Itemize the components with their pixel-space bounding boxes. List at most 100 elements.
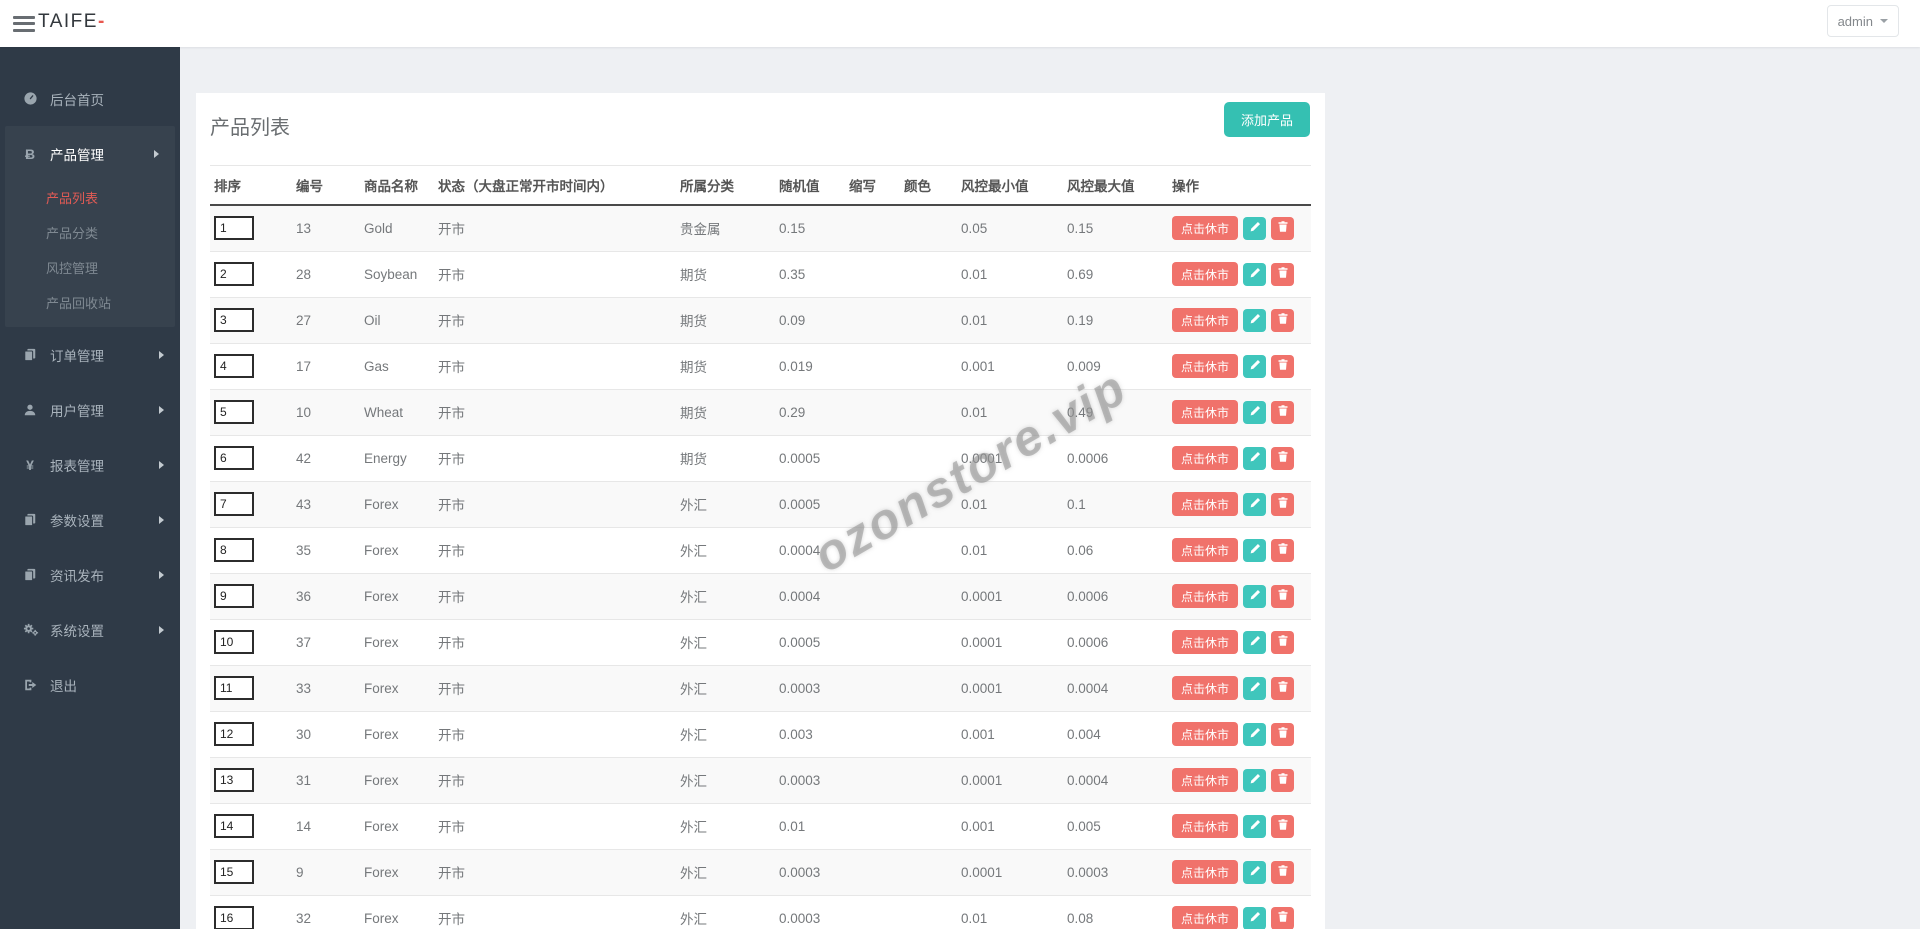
delete-button[interactable] xyxy=(1271,446,1295,470)
edit-button[interactable] xyxy=(1243,630,1267,654)
sort-input[interactable] xyxy=(214,676,254,700)
delete-button[interactable] xyxy=(1271,676,1295,700)
sidebar-item-product-category[interactable]: 产品分类 xyxy=(5,216,175,251)
edit-button[interactable] xyxy=(1243,354,1267,378)
edit-button[interactable] xyxy=(1243,216,1267,240)
delete-button[interactable] xyxy=(1271,216,1295,240)
delete-button[interactable] xyxy=(1271,262,1295,286)
sort-input[interactable] xyxy=(214,216,254,241)
edit-button[interactable] xyxy=(1243,400,1267,424)
add-product-button[interactable]: 添加产品 xyxy=(1223,102,1310,137)
sort-input[interactable] xyxy=(214,262,254,286)
sort-input[interactable] xyxy=(214,906,254,929)
delete-button[interactable] xyxy=(1271,354,1295,378)
top-bar: TAIFE- admin xyxy=(0,0,1920,47)
sort-input[interactable] xyxy=(214,768,254,792)
edit-button[interactable] xyxy=(1243,768,1267,792)
user-dropdown[interactable]: admin xyxy=(1826,5,1899,37)
close-market-button[interactable]: 点击休市 xyxy=(1172,676,1239,700)
edit-button[interactable] xyxy=(1243,814,1267,838)
close-market-button[interactable]: 点击休市 xyxy=(1172,262,1239,286)
sort-input[interactable] xyxy=(214,446,254,470)
delete-button[interactable] xyxy=(1271,630,1295,654)
sort-input[interactable] xyxy=(214,584,254,608)
close-market-button[interactable]: 点击休市 xyxy=(1172,906,1239,929)
close-market-button[interactable]: 点击休市 xyxy=(1172,400,1239,424)
sidebar-item-orders[interactable]: 订单管理 xyxy=(0,327,180,382)
close-market-button[interactable]: 点击休市 xyxy=(1172,860,1239,884)
edit-button[interactable] xyxy=(1243,722,1267,746)
pencil-icon xyxy=(1249,221,1261,236)
close-market-button[interactable]: 点击休市 xyxy=(1172,584,1239,608)
product-category: 期货 xyxy=(676,343,775,390)
delete-button[interactable] xyxy=(1271,860,1295,884)
product-id: 35 xyxy=(292,527,360,574)
close-market-button[interactable]: 点击休市 xyxy=(1172,354,1239,378)
close-market-button[interactable]: 点击休市 xyxy=(1172,768,1239,792)
sort-input[interactable] xyxy=(214,492,254,516)
close-market-button[interactable]: 点击休市 xyxy=(1172,722,1239,746)
sidebar-item-label: 用户管理 xyxy=(50,403,104,419)
close-market-button[interactable]: 点击休市 xyxy=(1172,308,1239,332)
edit-button[interactable] xyxy=(1243,262,1267,286)
product-random-value: 0.003 xyxy=(775,711,845,758)
risk-min-value: 0.0001 xyxy=(957,573,1063,620)
delete-button[interactable] xyxy=(1271,538,1295,562)
risk-min-value: 0.001 xyxy=(957,711,1063,758)
edit-button[interactable] xyxy=(1243,906,1267,929)
product-random-value: 0.01 xyxy=(775,803,845,850)
close-market-button[interactable]: 点击休市 xyxy=(1172,216,1239,241)
product-random-value: 0.0005 xyxy=(775,481,845,528)
sort-input[interactable] xyxy=(214,630,254,654)
delete-button[interactable] xyxy=(1271,814,1295,838)
risk-max-value: 0.009 xyxy=(1063,343,1168,390)
risk-min-value: 0.001 xyxy=(957,343,1063,390)
close-market-button[interactable]: 点击休市 xyxy=(1172,630,1239,654)
close-market-button[interactable]: 点击休市 xyxy=(1172,446,1239,470)
sidebar-item-dashboard[interactable]: 后台首页 xyxy=(0,71,180,126)
sidebar-item-product-recycle[interactable]: 产品回收站 xyxy=(5,286,175,321)
product-abbr xyxy=(845,573,900,620)
close-market-button[interactable]: 点击休市 xyxy=(1172,538,1239,562)
edit-button[interactable] xyxy=(1243,676,1267,700)
product-table: 排序 编号 商品名称 状态（大盘正常开市时间内） 所属分类 随机值 缩写 颜色 … xyxy=(210,165,1311,929)
sidebar-item-product-management[interactable]: Ƀ 产品管理 xyxy=(5,126,175,181)
delete-button[interactable] xyxy=(1271,768,1295,792)
edit-button[interactable] xyxy=(1243,860,1267,884)
product-id: 13 xyxy=(292,205,360,252)
sort-input[interactable] xyxy=(214,308,254,332)
sort-input[interactable] xyxy=(214,354,254,378)
sort-input[interactable] xyxy=(214,538,254,562)
delete-button[interactable] xyxy=(1271,906,1295,929)
sort-input[interactable] xyxy=(214,722,254,746)
edit-button[interactable] xyxy=(1243,584,1267,608)
sidebar-item-users[interactable]: 用户管理 xyxy=(0,382,180,437)
sidebar-item-product-list[interactable]: 产品列表 xyxy=(5,181,175,216)
edit-button[interactable] xyxy=(1243,308,1267,332)
close-market-button[interactable]: 点击休市 xyxy=(1172,814,1239,838)
sidebar-item-news[interactable]: 资讯发布 xyxy=(0,547,180,602)
sidebar-item-logout[interactable]: 退出 xyxy=(0,657,180,712)
col-name: 商品名称 xyxy=(360,165,434,206)
close-market-button[interactable]: 点击休市 xyxy=(1172,492,1239,516)
delete-button[interactable] xyxy=(1271,492,1295,516)
menu-toggle-icon[interactable] xyxy=(13,16,35,32)
sidebar-item-params[interactable]: 参数设置 xyxy=(0,492,180,547)
product-abbr xyxy=(845,527,900,574)
sort-input[interactable] xyxy=(214,400,254,424)
product-abbr xyxy=(845,297,900,344)
sort-input[interactable] xyxy=(214,860,254,884)
delete-button[interactable] xyxy=(1271,308,1295,332)
sidebar-item-reports[interactable]: ¥ 报表管理 xyxy=(0,437,180,492)
edit-button[interactable] xyxy=(1243,538,1267,562)
sidebar-item-risk-management[interactable]: 风控管理 xyxy=(5,251,175,286)
product-id: 9 xyxy=(292,849,360,896)
delete-button[interactable] xyxy=(1271,584,1295,608)
sidebar-item-label: 报表管理 xyxy=(50,458,104,474)
edit-button[interactable] xyxy=(1243,446,1267,470)
sort-input[interactable] xyxy=(214,814,254,838)
sidebar-item-system[interactable]: 系统设置 xyxy=(0,602,180,657)
delete-button[interactable] xyxy=(1271,722,1295,746)
delete-button[interactable] xyxy=(1271,400,1295,424)
edit-button[interactable] xyxy=(1243,492,1267,516)
